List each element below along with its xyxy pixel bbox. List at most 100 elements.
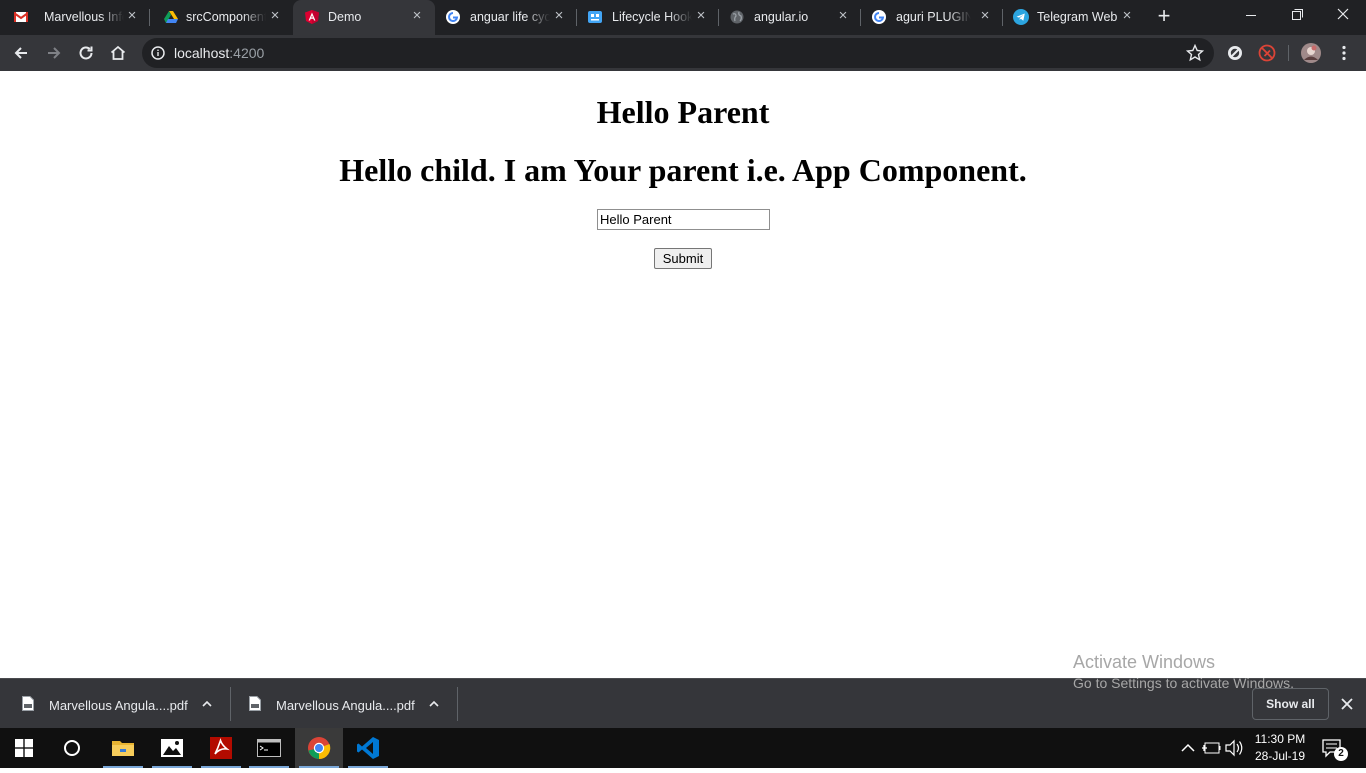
extension-button[interactable] xyxy=(1222,40,1248,66)
watermark-title: Activate Windows xyxy=(1073,652,1216,672)
action-center-button[interactable]: 2 xyxy=(1320,728,1352,768)
acrobat-icon xyxy=(210,737,232,759)
tab-gmail[interactable]: Marvellous Infos × xyxy=(0,0,150,35)
chrome-icon xyxy=(308,737,331,760)
taskbar-vscode[interactable] xyxy=(344,728,392,768)
clock-time: 11:30 PM xyxy=(1254,732,1306,746)
google-icon xyxy=(446,10,460,24)
restore-button[interactable] xyxy=(1274,0,1320,32)
url-port: :4200 xyxy=(229,45,265,61)
tab-aguri-plugin[interactable]: aguri PLUGIN × xyxy=(861,0,1003,35)
menu-button[interactable] xyxy=(1331,40,1357,66)
battery-status[interactable] xyxy=(1201,728,1221,768)
system-clock[interactable]: 11:30 PM 28-Jul-19 xyxy=(1248,731,1312,765)
show-hidden-icons-button[interactable] xyxy=(1178,728,1198,768)
tab-title: Demo xyxy=(328,10,362,24)
tab-telegram-web[interactable]: Telegram Web × xyxy=(1003,0,1145,35)
tab-title: angular.io xyxy=(754,10,809,24)
photos-icon xyxy=(161,739,183,757)
info-icon[interactable] xyxy=(151,46,165,60)
tab-anguar-life-cycle[interactable]: anguar life cycle × xyxy=(435,0,577,35)
page-content: Hello Parent Hello child. I am Your pare… xyxy=(0,71,1366,691)
profile-button[interactable] xyxy=(1298,40,1324,66)
download-filename: Marvellous Angula....pdf xyxy=(49,698,188,713)
tab-lifecycle-hooks[interactable]: Lifecycle Hooks × xyxy=(577,0,719,35)
notification-count-badge: 2 xyxy=(1334,747,1348,761)
tab-close-icon[interactable]: × xyxy=(409,8,425,24)
speaker-icon xyxy=(1225,739,1243,757)
reload-button[interactable] xyxy=(73,40,99,66)
url-text: localhost:4200 xyxy=(174,45,264,61)
tab-angular-io[interactable]: angular.io × xyxy=(719,0,861,35)
tab-close-icon[interactable]: × xyxy=(693,8,709,24)
taskbar-file-explorer[interactable] xyxy=(99,728,147,768)
back-button[interactable] xyxy=(8,40,34,66)
extension-button[interactable] xyxy=(1254,40,1280,66)
google-icon xyxy=(872,10,886,24)
tab-title: Marvellous Infos xyxy=(44,10,124,24)
clock-date: 28-Jul-19 xyxy=(1254,749,1306,763)
tab-title: Lifecycle Hooks xyxy=(612,10,692,24)
windows-taskbar: 11:30 PM 28-Jul-19 2 xyxy=(0,728,1366,768)
url-host: localhost xyxy=(174,45,230,61)
forward-button[interactable] xyxy=(41,40,67,66)
close-icon xyxy=(1341,698,1353,710)
home-button[interactable] xyxy=(105,40,131,66)
restore-icon xyxy=(1292,9,1303,20)
close-window-button[interactable] xyxy=(1320,0,1366,32)
tab-title: Telegram Web xyxy=(1037,10,1118,24)
tab-demo[interactable]: Demo × xyxy=(293,0,435,35)
gmail-icon xyxy=(14,12,28,22)
address-bar[interactable]: localhost:4200 xyxy=(142,38,1214,68)
vscode-icon xyxy=(357,737,379,759)
tab-title: anguar life cycle xyxy=(470,10,550,24)
back-arrow-icon xyxy=(14,47,27,59)
minimize-button[interactable] xyxy=(1228,0,1274,32)
toolbar-divider xyxy=(1288,45,1289,61)
taskbar-acrobat[interactable] xyxy=(197,728,245,768)
telegram-icon xyxy=(1013,9,1029,25)
chevron-up-icon xyxy=(1181,743,1195,752)
submit-button[interactable]: Submit xyxy=(654,248,712,269)
page-subheading: Hello child. I am Your parent i.e. App C… xyxy=(339,152,1027,188)
close-download-bar-button[interactable] xyxy=(1338,695,1356,713)
start-button[interactable] xyxy=(0,728,48,768)
cortana-circle-icon xyxy=(64,740,80,756)
browser-tab-strip: Marvellous Infos × srcComponents × Demo … xyxy=(0,0,1366,35)
angular-icon xyxy=(305,10,319,24)
tab-title: aguri PLUGIN xyxy=(896,10,971,24)
download-item[interactable]: Marvellous Angula....pdf xyxy=(0,679,231,729)
folder-icon xyxy=(112,741,134,756)
tab-close-icon[interactable]: × xyxy=(977,8,993,24)
battery-plug-icon xyxy=(1202,742,1221,754)
tab-close-icon[interactable]: × xyxy=(1119,8,1135,24)
browser-toolbar: localhost:4200 xyxy=(0,35,1366,71)
tab-close-icon[interactable]: × xyxy=(124,8,140,24)
tab-close-icon[interactable]: × xyxy=(835,8,851,24)
taskbar-terminal[interactable] xyxy=(245,728,293,768)
kebab-menu-icon xyxy=(1342,45,1346,61)
message-input[interactable] xyxy=(597,209,770,230)
download-item[interactable]: Marvellous Angula....pdf xyxy=(227,679,458,729)
close-icon xyxy=(1337,8,1349,20)
download-filename: Marvellous Angula....pdf xyxy=(276,698,415,713)
new-tab-button[interactable]: + xyxy=(1152,5,1176,29)
forward-arrow-icon xyxy=(48,47,61,59)
taskbar-photos[interactable] xyxy=(148,728,196,768)
home-icon xyxy=(110,45,126,60)
bookmark-star-icon[interactable] xyxy=(1186,44,1204,62)
google-drive-icon xyxy=(164,11,178,23)
search-button[interactable] xyxy=(48,728,96,768)
pdf-file-icon xyxy=(249,696,261,711)
tab-drive[interactable]: srcComponents × xyxy=(150,0,293,35)
volume-button[interactable] xyxy=(1224,728,1246,768)
terminal-icon xyxy=(257,739,281,757)
chevron-up-icon[interactable] xyxy=(201,698,213,710)
block-extension-icon xyxy=(1228,46,1242,60)
chevron-up-icon[interactable] xyxy=(428,698,440,710)
tab-close-icon[interactable]: × xyxy=(267,8,283,24)
taskbar-chrome[interactable] xyxy=(295,728,343,768)
show-all-button[interactable]: Show all xyxy=(1252,688,1329,720)
docs-robot-icon xyxy=(588,11,602,23)
tab-close-icon[interactable]: × xyxy=(551,8,567,24)
